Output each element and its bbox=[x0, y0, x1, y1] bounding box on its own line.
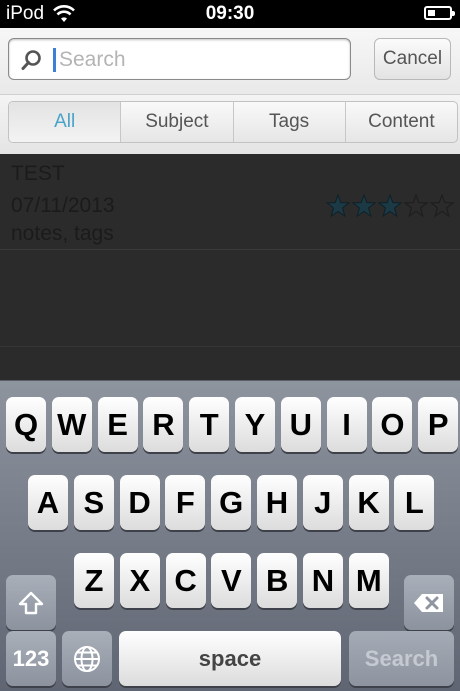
scope-segmented-control: All Subject Tags Content bbox=[8, 101, 458, 143]
space-key[interactable]: space bbox=[119, 631, 341, 686]
divider bbox=[0, 346, 460, 347]
key-o[interactable]: O bbox=[372, 397, 413, 452]
key-v[interactable]: V bbox=[211, 553, 252, 608]
star-icon bbox=[403, 194, 429, 218]
key-g[interactable]: G bbox=[211, 475, 252, 530]
search-input[interactable] bbox=[57, 44, 341, 76]
note-title: TEST bbox=[11, 162, 65, 185]
key-d[interactable]: D bbox=[119, 475, 160, 530]
note-tags: notes, tags bbox=[11, 222, 114, 245]
clock: 09:30 bbox=[205, 3, 255, 24]
scope-subject[interactable]: Subject bbox=[120, 102, 232, 142]
list-item[interactable]: TEST 07/11/2013 notes, tags bbox=[0, 154, 460, 250]
numbers-key[interactable]: 123 bbox=[6, 631, 56, 686]
results-list: TEST 07/11/2013 notes, tags bbox=[0, 154, 460, 380]
key-x[interactable]: X bbox=[119, 553, 160, 608]
key-b[interactable]: B bbox=[257, 553, 298, 608]
key-k[interactable]: K bbox=[348, 475, 389, 530]
key-z[interactable]: Z bbox=[74, 553, 114, 608]
search-icon bbox=[21, 49, 43, 71]
key-t[interactable]: T bbox=[189, 397, 230, 452]
scope-all[interactable]: All bbox=[9, 102, 121, 142]
star-rating bbox=[326, 194, 456, 218]
key-i[interactable]: I bbox=[326, 397, 367, 452]
search-field[interactable] bbox=[8, 38, 351, 80]
globe-key[interactable] bbox=[62, 631, 112, 686]
key-y[interactable]: Y bbox=[235, 397, 275, 452]
search-key[interactable]: Search bbox=[349, 631, 454, 686]
star-icon bbox=[377, 194, 403, 218]
keyboard: QWERTYUIOP ASDFGHJKL ZXCVBNM 123 space S… bbox=[0, 380, 460, 691]
scope-bar: All Subject Tags Content bbox=[0, 95, 460, 154]
key-l[interactable]: L bbox=[394, 475, 435, 530]
battery-level bbox=[428, 10, 435, 16]
note-date: 07/11/2013 bbox=[11, 194, 115, 217]
key-h[interactable]: H bbox=[257, 475, 297, 530]
text-cursor bbox=[53, 48, 56, 72]
scope-tags[interactable]: Tags bbox=[232, 102, 345, 142]
search-bar: Cancel bbox=[0, 28, 460, 95]
key-q[interactable]: Q bbox=[6, 397, 46, 452]
shift-key[interactable] bbox=[6, 575, 56, 630]
star-icon bbox=[351, 194, 377, 218]
key-m[interactable]: M bbox=[348, 553, 389, 608]
key-c[interactable]: C bbox=[165, 553, 206, 608]
star-icon bbox=[326, 194, 351, 218]
key-e[interactable]: E bbox=[97, 397, 138, 452]
scope-content[interactable]: Content bbox=[344, 102, 457, 142]
key-f[interactable]: F bbox=[165, 475, 206, 530]
key-r[interactable]: R bbox=[143, 397, 184, 452]
status-bar: iPod 09:30 bbox=[0, 0, 460, 28]
key-p[interactable]: P bbox=[418, 397, 459, 452]
key-w[interactable]: W bbox=[51, 397, 92, 452]
key-a[interactable]: A bbox=[28, 475, 68, 530]
key-n[interactable]: N bbox=[303, 553, 343, 608]
star-icon bbox=[429, 194, 455, 218]
cancel-button[interactable]: Cancel bbox=[374, 38, 451, 80]
battery-icon bbox=[424, 6, 455, 20]
key-u[interactable]: U bbox=[280, 397, 321, 452]
key-s[interactable]: S bbox=[73, 475, 114, 530]
backspace-key[interactable] bbox=[404, 575, 454, 630]
key-j[interactable]: J bbox=[302, 475, 343, 530]
